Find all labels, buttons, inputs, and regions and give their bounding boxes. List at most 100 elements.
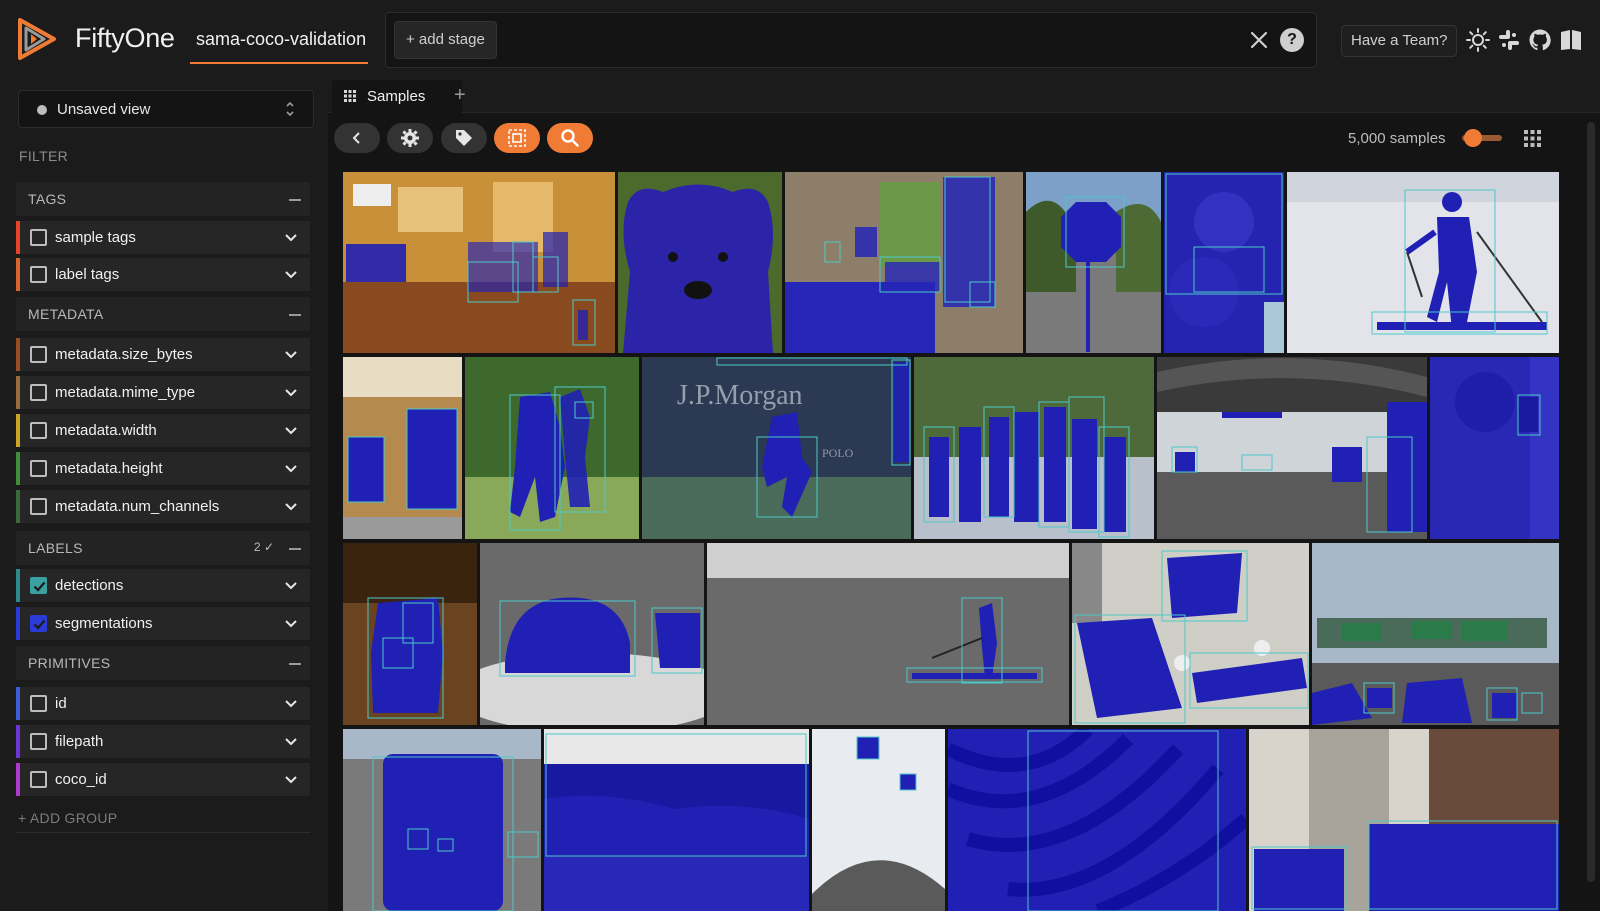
field-row-id[interactable]: id — [16, 687, 310, 720]
sample-image — [785, 172, 1023, 353]
field-checkbox[interactable] — [30, 733, 47, 750]
sample-tile[interactable] — [785, 172, 1023, 353]
sample-tile[interactable] — [1164, 172, 1284, 353]
saved-view-selector[interactable]: Unsaved view — [18, 90, 314, 128]
sample-image — [1287, 172, 1559, 353]
sample-tile[interactable] — [618, 172, 782, 353]
tab-samples[interactable]: Samples — [332, 80, 462, 113]
collapse-icon[interactable] — [289, 548, 301, 550]
field-row-detections[interactable]: detections — [16, 569, 310, 602]
sample-tile[interactable] — [1287, 172, 1559, 353]
group-header-tags[interactable]: TAGS — [16, 182, 310, 216]
field-row-num-channels[interactable]: metadata.num_channels — [16, 490, 310, 523]
grid-zoom-slider[interactable] — [1462, 129, 1502, 147]
sample-tile[interactable] — [1157, 357, 1427, 539]
chevron-down-icon[interactable] — [284, 268, 298, 282]
sample-tile[interactable] — [948, 729, 1246, 911]
chevron-down-icon[interactable] — [284, 579, 298, 593]
field-row-width[interactable]: metadata.width — [16, 414, 310, 447]
sample-tile[interactable] — [544, 729, 809, 911]
field-checkbox-checked[interactable] — [30, 577, 47, 594]
collapse-icon[interactable] — [289, 199, 301, 201]
sample-tile[interactable] — [343, 172, 615, 353]
field-checkbox[interactable] — [30, 695, 47, 712]
sample-tile[interactable] — [1026, 172, 1161, 353]
collapse-icon[interactable] — [289, 314, 301, 316]
field-color-bar — [16, 687, 20, 720]
sample-tile[interactable] — [343, 357, 462, 539]
chevron-down-icon[interactable] — [284, 386, 298, 400]
chevron-down-icon[interactable] — [284, 348, 298, 362]
sample-tile[interactable]: J.P.Morgan POLO — [642, 357, 911, 539]
field-checkbox[interactable] — [30, 229, 47, 246]
field-row-coco-id[interactable]: coco_id — [16, 763, 310, 796]
similarity-search-button[interactable] — [547, 123, 593, 153]
field-checkbox[interactable] — [30, 771, 47, 788]
back-button[interactable] — [334, 123, 380, 153]
sun-icon[interactable] — [1466, 28, 1490, 52]
sample-tile[interactable] — [465, 357, 639, 539]
dataset-selector[interactable]: sama-coco-validation — [190, 22, 369, 64]
slider-handle[interactable] — [1464, 129, 1482, 147]
grid-scrollbar[interactable] — [1587, 122, 1595, 882]
fiftyone-logo[interactable] — [14, 16, 60, 62]
field-checkbox[interactable] — [30, 266, 47, 283]
docs-icon[interactable] — [1559, 28, 1583, 52]
chevron-down-icon[interactable] — [284, 735, 298, 749]
sample-tile[interactable] — [1430, 357, 1559, 539]
field-checkbox[interactable] — [30, 498, 47, 515]
group-header-primitives[interactable]: PRIMITIVES — [16, 646, 310, 680]
slack-icon[interactable] — [1497, 28, 1521, 52]
field-row-label-tags[interactable]: label tags — [16, 258, 310, 291]
tag-button[interactable] — [441, 123, 487, 153]
chevron-down-icon[interactable] — [284, 773, 298, 787]
field-row-filepath[interactable]: filepath — [16, 725, 310, 758]
main-panel: Samples + 5,000 samples J.P.Morgan POLO — [328, 80, 1600, 911]
chevron-down-icon[interactable] — [284, 231, 298, 245]
sample-tile[interactable] — [480, 543, 704, 725]
have-a-team-button[interactable]: Have a Team? — [1341, 25, 1458, 57]
field-row-size-bytes[interactable]: metadata.size_bytes — [16, 338, 310, 371]
chevron-down-icon[interactable] — [284, 500, 298, 514]
chevron-down-icon[interactable] — [284, 697, 298, 711]
field-row-segmentations[interactable]: segmentations — [16, 607, 310, 640]
grid-view-icon[interactable] — [1524, 130, 1541, 147]
app-header: FiftyOne sama-coco-validation + add stag… — [0, 0, 1600, 80]
chevron-down-icon[interactable] — [284, 617, 298, 631]
field-checkbox[interactable] — [30, 384, 47, 401]
chevron-down-icon[interactable] — [284, 424, 298, 438]
sample-tile[interactable] — [343, 729, 541, 911]
patches-button[interactable] — [494, 123, 540, 153]
sample-tile[interactable] — [1312, 543, 1559, 725]
sample-tile[interactable] — [707, 543, 1069, 725]
add-group-button[interactable]: + ADD GROUP — [18, 810, 117, 826]
field-row-height[interactable]: metadata.height — [16, 452, 310, 485]
field-row-mime-type[interactable]: metadata.mime_type — [16, 376, 310, 409]
field-label: segmentations — [55, 615, 153, 632]
group-header-metadata[interactable]: METADATA — [16, 297, 310, 331]
sample-tile[interactable] — [1249, 729, 1559, 911]
collapse-icon[interactable] — [289, 663, 301, 665]
view-bar[interactable]: + add stage ? — [385, 12, 1317, 68]
add-stage-button[interactable]: + add stage — [394, 21, 497, 59]
grid-icon — [344, 90, 356, 102]
group-header-labels[interactable]: LABELS 2 ✓ — [16, 531, 310, 565]
sample-tile[interactable] — [343, 543, 477, 725]
field-color-bar — [16, 763, 20, 796]
settings-button[interactable] — [387, 123, 433, 153]
group-title: PRIMITIVES — [28, 655, 111, 671]
field-checkbox[interactable] — [30, 422, 47, 439]
chevron-down-icon[interactable] — [284, 462, 298, 476]
field-checkbox[interactable] — [30, 460, 47, 477]
sample-tile[interactable] — [914, 357, 1154, 539]
github-icon[interactable] — [1528, 28, 1552, 52]
field-checkbox-checked[interactable] — [30, 615, 47, 632]
group-title: TAGS — [28, 191, 67, 207]
sample-tile[interactable] — [812, 729, 945, 911]
field-row-sample-tags[interactable]: sample tags — [16, 221, 310, 254]
field-checkbox[interactable] — [30, 346, 47, 363]
help-icon[interactable]: ? — [1280, 28, 1304, 52]
add-panel-button[interactable]: + — [454, 84, 466, 107]
close-icon[interactable] — [1246, 27, 1272, 53]
sample-tile[interactable] — [1072, 543, 1309, 725]
